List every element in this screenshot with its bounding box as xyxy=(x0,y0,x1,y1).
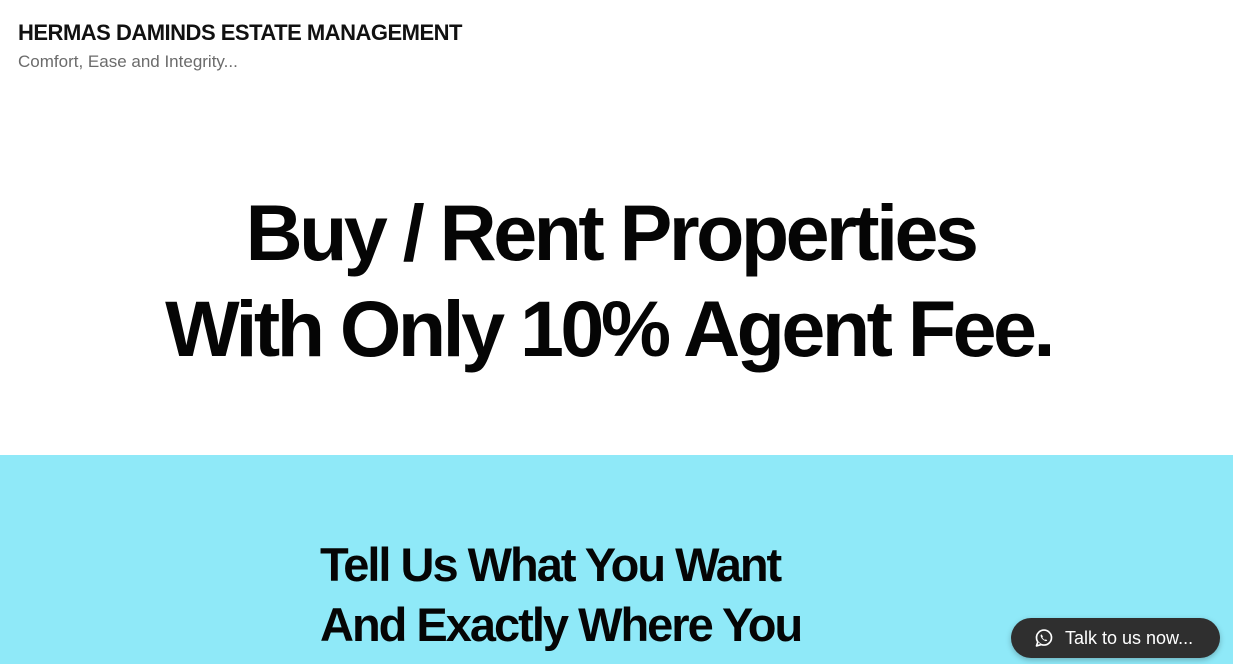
hero-heading-line-1: Buy / Rent Properties xyxy=(245,188,979,277)
whatsapp-chat-button[interactable]: Talk to us now... xyxy=(1011,618,1220,658)
chat-button-label: Talk to us now... xyxy=(1065,628,1194,648)
site-tagline: Comfort, Ease and Integrity... xyxy=(18,52,238,71)
site-header: HERMAS DAMINDS ESTATE MANAGEMENT Comfort… xyxy=(18,18,462,73)
request-heading: Tell Us What You Want And Exactly Where … xyxy=(320,535,803,655)
request-heading-line-2: And Exactly Where You xyxy=(320,598,803,651)
hero-section: Buy / Rent Properties With Only 10% Agen… xyxy=(0,185,1233,377)
page: HERMAS DAMINDS ESTATE MANAGEMENT Comfort… xyxy=(0,0,1233,664)
site-title-link[interactable]: HERMAS DAMINDS ESTATE MANAGEMENT xyxy=(18,18,462,48)
request-heading-line-1: Tell Us What You Want xyxy=(320,538,782,591)
whatsapp-icon xyxy=(1034,628,1054,648)
hero-heading-line-2: With Only 10% Agent Fee. xyxy=(165,284,1055,373)
